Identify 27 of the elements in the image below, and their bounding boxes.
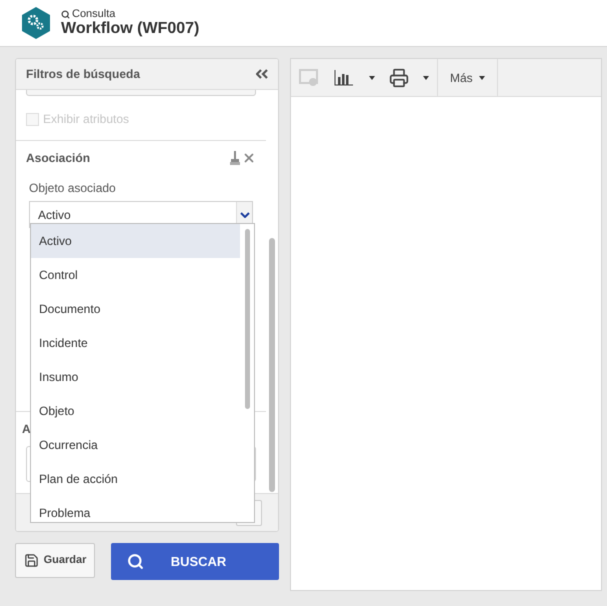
caret-icon[interactable] [423, 76, 429, 80]
printer-icon[interactable] [389, 68, 409, 88]
bar-chart-icon[interactable] [333, 68, 355, 86]
search-button[interactable]: BUSCAR [111, 543, 279, 580]
close-icon[interactable] [242, 151, 256, 165]
search-icon [61, 10, 70, 18]
dropdown-option[interactable]: Activo [31, 224, 240, 258]
eraser-icon[interactable] [230, 151, 240, 165]
section-title: A [21, 421, 32, 438]
save-button[interactable]: Guardar [15, 543, 95, 578]
gears-icon [21, 7, 51, 39]
more-button[interactable]: Más [438, 59, 498, 96]
panel-title: Filtros de búsqueda [26, 66, 140, 83]
scrollbar[interactable] [269, 238, 275, 492]
chevron-down-icon [240, 212, 250, 218]
caret-icon[interactable] [369, 76, 375, 80]
page-title: Workflow (WF007) [61, 20, 200, 38]
scrollbar[interactable] [244, 229, 250, 409]
collapse-icon[interactable] [256, 69, 268, 79]
caret-icon [478, 76, 485, 80]
field-label: Objeto asociado [28, 180, 117, 197]
header-subtitle: Consulta [72, 8, 116, 20]
input-field[interactable] [26, 90, 256, 96]
section-title: Asociación [26, 150, 90, 167]
search-icon [127, 553, 144, 570]
checkbox-label: Exhibir atributos [43, 111, 130, 128]
save-icon [24, 553, 39, 568]
